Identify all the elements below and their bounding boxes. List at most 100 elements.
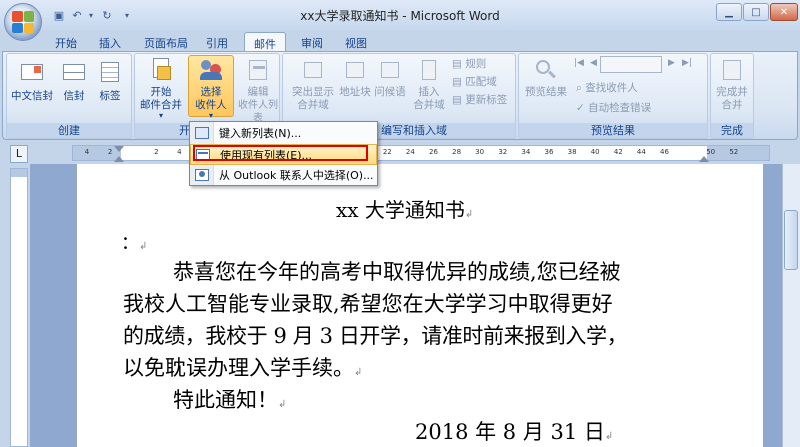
ruler-tick-label: 32: [498, 148, 508, 156]
start-mail-merge-button[interactable]: 开始 邮件合并 ▾: [138, 58, 184, 120]
last-record-icon[interactable]: ▶|: [682, 58, 692, 68]
tab-home[interactable]: 开始: [48, 32, 84, 52]
record-number-input[interactable]: [600, 56, 662, 73]
tab-mailings[interactable]: 邮件: [244, 32, 286, 52]
tab-insert[interactable]: 插入: [90, 32, 130, 52]
first-line-indent-marker[interactable]: [114, 146, 124, 152]
chinese-envelope-button[interactable]: 中文信封: [10, 60, 54, 103]
envelope-icon: [61, 60, 87, 84]
start-merge-dropdown-icon: ▾: [158, 111, 163, 120]
envelope-button[interactable]: 信封: [58, 60, 90, 103]
update-labels-icon: ▤: [452, 94, 466, 106]
auto-check-errors-button[interactable]: ✓ 自动检查错误: [576, 100, 651, 116]
insert-merge-field-button[interactable]: 插入 合并域: [408, 58, 450, 112]
ruler-ticks: 4224681012141618202224262830323436384042…: [73, 147, 769, 159]
group-create-label: 创建: [7, 123, 131, 138]
vruler-top-margin: [11, 169, 27, 177]
highlight-fields-icon: [300, 58, 326, 82]
paragraph-mark-icon: ↲: [604, 431, 614, 442]
edit-recipient-list-icon: [245, 58, 271, 82]
right-indent-marker[interactable]: [699, 156, 709, 162]
paragraph-mark-icon: ↲: [464, 209, 474, 220]
minimize-icon: ▁: [725, 6, 733, 18]
paragraph-mark-icon: ↲: [139, 241, 148, 252]
previous-record-icon[interactable]: ◀: [590, 58, 597, 68]
auto-check-errors-icon: ✓: [576, 102, 589, 114]
tab-review[interactable]: 审阅: [292, 32, 332, 52]
vertical-scrollbar[interactable]: [782, 164, 800, 447]
body-line-4: 以免耽误办理入学手续。↲: [123, 356, 363, 380]
first-record-icon[interactable]: |◀: [574, 58, 584, 68]
close-icon: ✕: [779, 6, 789, 18]
vertical-ruler[interactable]: [10, 168, 28, 447]
close-button[interactable]: ✕: [770, 3, 798, 21]
highlight-merge-fields-button[interactable]: 突出显示 合并域: [288, 58, 338, 112]
horizontal-ruler[interactable]: 4224681012141618202224262830323436384042…: [72, 145, 770, 161]
new-list-icon: [194, 126, 210, 140]
select-recipients-dropdown-icon: ▾: [208, 111, 213, 120]
ruler-tick-label: 34: [521, 148, 531, 156]
match-fields-button[interactable]: ▤ 匹配域: [452, 74, 497, 90]
salutation: ：↲: [121, 233, 148, 254]
find-recipient-icon: ⌕: [576, 82, 586, 94]
tab-page-layout[interactable]: 页面布局: [138, 32, 194, 52]
document-title: xx 大学通知书↲: [336, 198, 474, 222]
start-mail-merge-icon: [148, 58, 174, 82]
group-finish-label: 完成: [711, 123, 753, 138]
window-title: xx大学录取通知书 - Microsoft Word: [300, 9, 500, 23]
ruler-tick-label: 4: [84, 148, 90, 156]
ruler-tick-label: 40: [590, 148, 600, 156]
labels-button[interactable]: 标签: [94, 60, 126, 103]
scrollbar-thumb[interactable]: [784, 210, 798, 270]
date-line: 2018 年 8 月 31 日↲: [415, 420, 614, 444]
ruler-tick-label: 2: [107, 148, 113, 156]
insert-merge-field-icon: [416, 58, 442, 82]
ruler-tick-label: 24: [405, 148, 415, 156]
next-record-icon[interactable]: ▶: [668, 58, 675, 68]
group-preview-label: 预览结果: [519, 123, 707, 138]
chinese-envelope-icon: [19, 60, 45, 84]
outlook-contacts-icon: [194, 168, 210, 182]
notice-line: 特此通知！↲: [173, 388, 287, 412]
update-labels-button[interactable]: ▤ 更新标签: [452, 92, 507, 108]
ruler-tick-label: 44: [636, 148, 646, 156]
greeting-line-button[interactable]: 问候语: [372, 58, 408, 99]
hanging-indent-marker[interactable]: [114, 156, 124, 162]
rules-button[interactable]: ▤ 规则: [452, 56, 486, 72]
edit-recipient-list-button[interactable]: 编辑 收件人列表: [236, 58, 280, 125]
greeting-line-icon: [377, 58, 403, 82]
ruler-tick-label: 26: [429, 148, 438, 156]
finish-merge-icon: [719, 58, 745, 82]
menu-item-type-new-list[interactable]: 键入新列表(N)...: [190, 123, 377, 144]
preview-results-button[interactable]: 预览结果: [522, 58, 570, 99]
match-fields-icon: ▤: [452, 76, 466, 88]
tab-selector-button[interactable]: L: [10, 145, 28, 163]
tab-references[interactable]: 引用: [198, 32, 236, 52]
ruler-tick-label: 50: [706, 148, 716, 156]
menu-item-outlook-contacts[interactable]: 从 Outlook 联系人中选择(O)...: [190, 165, 377, 186]
ruler-tick-label: 36: [544, 148, 554, 156]
office-button[interactable]: [4, 3, 42, 41]
maximize-button[interactable]: □: [743, 3, 769, 21]
select-recipients-content: 选择 收件人 ▾: [188, 58, 234, 120]
body-line-3: 的成绩，我校于 9 月 3 日开学，请准时前来报到入学，: [123, 324, 628, 348]
ruler-tick-label: 38: [567, 148, 577, 156]
rules-icon: ▤: [452, 58, 466, 70]
body-line-1: 恭喜您在今年的高考中取得优异的成绩,您已经被: [173, 260, 621, 284]
finish-merge-button[interactable]: 完成并 合并: [712, 58, 752, 112]
office-logo-icon: [12, 11, 34, 33]
ruler-tick-label: 22: [382, 148, 392, 156]
maximize-icon: □: [751, 6, 761, 18]
body-line-2: 我校人工智能专业录取,希望您在大学学习中取得更好: [123, 292, 613, 316]
ruler-tick-label: 30: [475, 148, 485, 156]
address-block-icon: [342, 58, 368, 82]
tab-view[interactable]: 视图: [336, 32, 376, 52]
ruler-tick-label: 42: [613, 148, 623, 156]
red-annotation-box: [193, 145, 368, 161]
paragraph-mark-icon: ↲: [354, 367, 363, 378]
address-block-button[interactable]: 地址块: [338, 58, 372, 99]
minimize-button[interactable]: ▁: [716, 3, 742, 21]
paragraph-mark-icon: ↲: [278, 399, 287, 410]
find-recipient-button[interactable]: ⌕ 查找收件人: [576, 80, 638, 96]
document-page[interactable]: xx 大学通知书↲ ：↲ 恭喜您在今年的高考中取得优异的成绩,您已经被 我校人工…: [76, 164, 764, 447]
